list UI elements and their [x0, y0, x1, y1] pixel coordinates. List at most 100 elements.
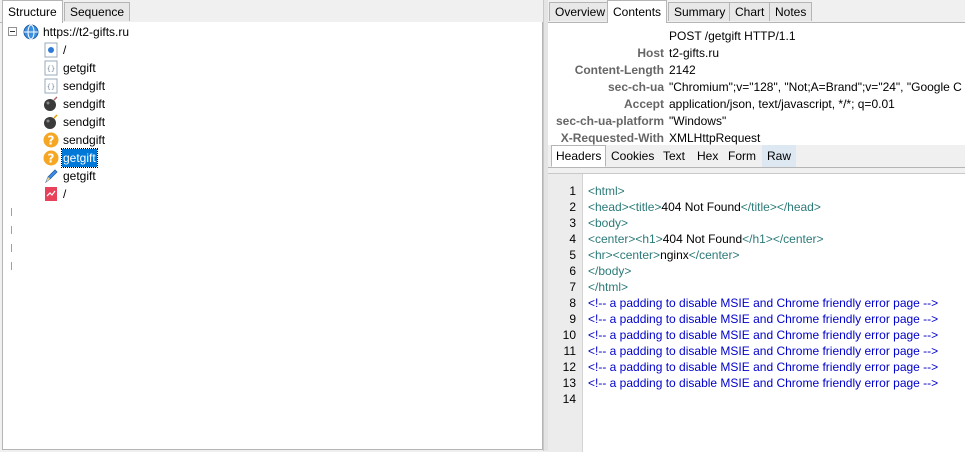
tree-node-label: https://t2-gifts.ru: [43, 25, 130, 39]
tree-node-label: sendgift: [63, 97, 106, 111]
code-tag: </html>: [588, 280, 629, 294]
code-line: <!-- a padding to disable MSIE and Chrom…: [588, 375, 938, 391]
code-tag: <body>: [588, 216, 629, 230]
tree-guide-mark: [11, 208, 12, 216]
tree-node-label: /: [63, 43, 67, 57]
left-tabbar: Structure Sequence: [0, 0, 543, 23]
bomb-icon: [44, 114, 58, 129]
line-number: 9: [569, 312, 576, 326]
code-line: <center><h1>404 Not Found</h1></center>: [588, 231, 824, 247]
structure-panel: Structure Sequence https://t2-gifts.ru /: [0, 0, 543, 451]
question-icon: ?: [43, 132, 59, 148]
line-number: 13: [562, 376, 576, 390]
header-row: sec-ch-ua "Chromium";v="128", "Not;A=Bra…: [548, 79, 965, 96]
tree-node-label: getgift: [61, 148, 98, 168]
code-tag: </h1></center>: [742, 232, 824, 246]
tree-node-label: sendgift: [63, 79, 106, 93]
raw-response-editor[interactable]: 1 2 3 4 5 6 7 8 9 10 11 12 13 14 <html> <head><title>4…: [548, 173, 965, 452]
code-tag: </title></head>: [740, 200, 821, 214]
tree-guide-mark: [11, 226, 12, 234]
code-line: </html>: [588, 279, 628, 295]
bomb-icon: [44, 96, 58, 111]
request-headers-view[interactable]: POST /getgift HTTP/1.1 Host t2-gifts.ru …: [548, 22, 965, 146]
code-tag: <hr><center>: [588, 248, 661, 262]
right-tabbar: Overview Contents Summary Chart Notes: [548, 0, 965, 23]
tab-sequence[interactable]: Sequence: [64, 2, 131, 21]
subtab-headers[interactable]: Headers: [551, 145, 607, 167]
code-comment: <!-- a padding to disable MSIE and Chrom…: [588, 376, 939, 390]
code-line: <head><title>404 Not Found</title></head…: [588, 199, 821, 215]
code-line: </body>: [588, 263, 631, 279]
line-number: 6: [569, 264, 576, 278]
structure-tree[interactable]: https://t2-gifts.ru / {} getgift {} send…: [2, 22, 543, 450]
code-line: <!-- a padding to disable MSIE and Chrom…: [588, 359, 938, 375]
file-icon: {}: [44, 60, 58, 76]
header-name: X-Requested-With: [560, 131, 664, 145]
code-text: 404 Not Found: [661, 200, 741, 214]
details-panel: Overview Contents Summary Chart Notes PO…: [548, 0, 965, 452]
code-tag: <html>: [588, 184, 625, 198]
file-icon: {}: [44, 78, 58, 94]
tree-node-label: /: [63, 187, 67, 201]
code-line: <!-- a padding to disable MSIE and Chrom…: [588, 327, 938, 343]
question-icon: ?: [43, 150, 59, 166]
pen-icon: [45, 169, 58, 184]
tab-notes[interactable]: Notes: [769, 2, 813, 21]
tree-node-label: getgift: [63, 169, 96, 183]
tree-node-label: sendgift: [63, 115, 106, 129]
header-value: XMLHttpRequest: [669, 131, 761, 145]
header-value: "Windows": [669, 114, 727, 128]
svg-text:?: ?: [48, 134, 55, 148]
line-number: 11: [563, 344, 576, 358]
line-number: 2: [569, 200, 576, 214]
collapse-toggle-icon[interactable]: [8, 27, 17, 36]
code-line: <!-- a padding to disable MSIE and Chrom…: [588, 343, 938, 359]
line-number: 4: [569, 232, 576, 246]
line-number: 3: [569, 216, 576, 230]
header-row: X-Requested-With XMLHttpRequest: [548, 130, 965, 146]
code-tag: <head><title>: [588, 200, 662, 214]
code-line: <!-- a padding to disable MSIE and Chrom…: [588, 311, 938, 327]
code-text: 404 Not Found: [662, 232, 743, 246]
header-value: t2-gifts.ru: [669, 46, 720, 60]
line-number-gutter: 1 2 3 4 5 6 7 8 9 10 11 12 13 14: [548, 174, 583, 452]
subtab-hex[interactable]: Hex: [692, 145, 723, 167]
header-row: sec-ch-ua-platform "Windows": [548, 113, 965, 130]
header-row: Accept application/json, text/javascript…: [548, 96, 965, 113]
svg-text:{}: {}: [47, 83, 55, 91]
tab-summary[interactable]: Summary: [668, 2, 732, 21]
line-number: 10: [562, 328, 576, 342]
subtab-text[interactable]: Text: [658, 145, 690, 167]
tab-chart[interactable]: Chart: [729, 2, 771, 21]
request-line: POST /getgift HTTP/1.1: [669, 29, 796, 43]
code-text: nginx: [660, 248, 689, 262]
header-name: sec-ch-ua-platform: [555, 114, 664, 128]
header-value: application/json, text/javascript, */*; …: [669, 97, 895, 111]
svg-text:?: ?: [48, 152, 55, 166]
code-comment: <!-- a padding to disable MSIE and Chrom…: [588, 296, 939, 310]
line-number: 8: [569, 296, 576, 310]
subtab-raw[interactable]: Raw: [762, 145, 797, 167]
subtab-cookies[interactable]: Cookies: [606, 145, 659, 167]
tab-contents[interactable]: Contents: [607, 0, 668, 23]
tab-structure[interactable]: Structure: [2, 0, 63, 23]
globe-icon: [23, 24, 39, 40]
code-tag: </center>: [688, 248, 740, 262]
header-row: Content-Length 2142: [548, 62, 965, 79]
line-number: 7: [569, 280, 576, 294]
code-comment: <!-- a padding to disable MSIE and Chrom…: [588, 344, 939, 358]
line-number: 12: [562, 360, 576, 374]
code-tag: </body>: [588, 264, 632, 278]
code-comment: <!-- a padding to disable MSIE and Chrom…: [588, 328, 939, 342]
header-value: 2142: [669, 63, 696, 77]
subtab-form[interactable]: Form: [723, 145, 761, 167]
header-name: Content-Length: [574, 63, 664, 77]
code-comment: <!-- a padding to disable MSIE and Chrom…: [588, 312, 939, 326]
header-name: Accept: [623, 97, 664, 111]
tab-overview[interactable]: Overview: [549, 2, 612, 21]
line-number: 5: [569, 248, 576, 262]
tree-guide-mark: [11, 262, 12, 270]
tree-node-label: sendgift: [63, 133, 106, 147]
header-name: sec-ch-ua: [607, 80, 664, 94]
header-row: Host t2-gifts.ru: [548, 45, 965, 62]
